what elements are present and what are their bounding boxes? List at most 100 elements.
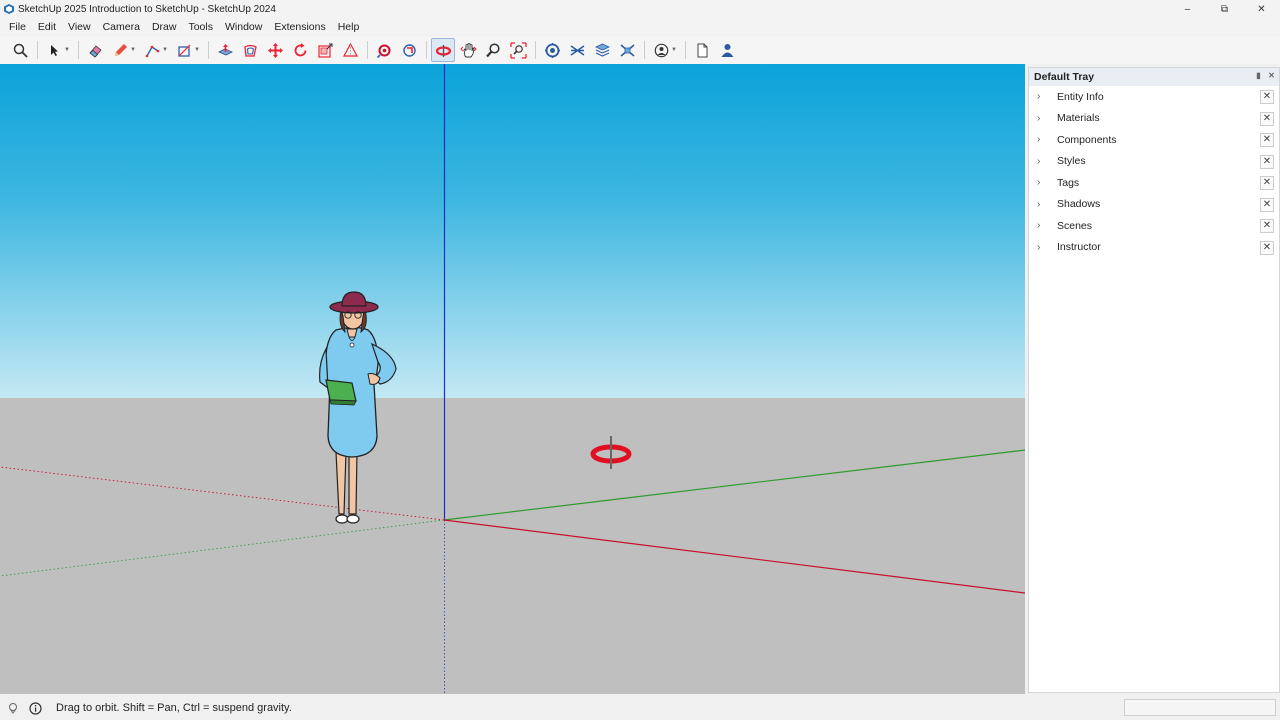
pencil-icon[interactable] [108, 38, 132, 62]
menu-extensions[interactable]: Extensions [268, 21, 331, 33]
toolbar: ▼ ▼ ▼ ▼ ▼ [0, 36, 1280, 64]
panel-label: Instructor [1057, 241, 1101, 254]
warehouse-icon[interactable] [649, 38, 673, 62]
status-message: Drag to orbit. Shift = Pan, Ctrl = suspe… [56, 702, 292, 714]
tray-panel-tags[interactable]: › Tags ✕ [1029, 172, 1279, 194]
chevron-right-icon[interactable]: › [1037, 113, 1047, 124]
rotate-icon[interactable] [288, 38, 312, 62]
red-axis [443, 519, 1025, 594]
orbit-cursor-icon [590, 436, 632, 469]
pin-icon[interactable]: ▮ [1254, 71, 1263, 80]
toolbar-separator [208, 41, 209, 59]
tray-panel-styles[interactable]: › Styles ✕ [1029, 151, 1279, 173]
select-icon[interactable] [42, 38, 66, 62]
close-icon[interactable]: ✕ [1260, 240, 1274, 255]
move-icon[interactable] [263, 38, 287, 62]
chevron-right-icon[interactable]: › [1037, 242, 1047, 253]
rectangle-icon[interactable] [172, 38, 196, 62]
chevron-right-icon[interactable]: › [1037, 177, 1047, 188]
tape-measure-icon[interactable] [338, 38, 362, 62]
scene-overlay [0, 64, 1025, 694]
chevron-right-icon[interactable]: › [1037, 91, 1047, 102]
menu-camera[interactable]: Camera [97, 21, 146, 33]
paint-bucket-icon[interactable] [372, 38, 396, 62]
close-icon[interactable]: ✕ [1260, 219, 1274, 233]
toolbar-separator [37, 41, 38, 59]
panel-label: Shadows [1057, 198, 1101, 211]
panel-label: Components [1057, 133, 1117, 146]
menu-file[interactable]: File [3, 21, 32, 33]
measurements-box[interactable] [1124, 699, 1276, 716]
close-icon[interactable]: ✕ [1243, 0, 1280, 18]
close-icon[interactable]: ✕ [1260, 111, 1274, 126]
toolbar-separator [685, 41, 686, 59]
menu-help[interactable]: Help [332, 21, 366, 33]
tray-header: Default Tray ▮ ✕ [1029, 68, 1279, 86]
scale-figure [319, 291, 397, 524]
minimize-icon[interactable]: – [1169, 0, 1206, 18]
view-icon[interactable] [615, 38, 639, 62]
chevron-right-icon[interactable]: › [1037, 156, 1047, 167]
chevron-right-icon[interactable]: › [1037, 220, 1047, 231]
info-icon[interactable] [28, 701, 42, 715]
close-icon[interactable]: ✕ [1260, 197, 1274, 212]
toolbar-separator [426, 41, 427, 59]
menu-tools[interactable]: Tools [182, 21, 219, 33]
chevron-right-icon[interactable]: › [1037, 199, 1047, 210]
sandbox-icon[interactable] [565, 38, 589, 62]
push-pull-icon[interactable] [213, 38, 237, 62]
geo-location-icon[interactable] [6, 701, 20, 715]
sketchup-logo-icon [4, 4, 14, 14]
toolbar-separator [367, 41, 368, 59]
eraser-icon[interactable] [83, 38, 107, 62]
status-bar: Drag to orbit. Shift = Pan, Ctrl = suspe… [0, 696, 1280, 720]
tray-panel-materials[interactable]: › Materials ✕ [1029, 108, 1279, 130]
toolbar-separator [78, 41, 79, 59]
orbit-icon[interactable] [431, 38, 455, 62]
offset-icon[interactable] [238, 38, 262, 62]
toolbar-separator [535, 41, 536, 59]
chevron-right-icon[interactable]: › [1037, 134, 1047, 145]
tray-panel-components[interactable]: › Components ✕ [1029, 129, 1279, 151]
tray-header-buttons: ▮ ✕ [1254, 71, 1276, 80]
solid-tools-icon[interactable] [540, 38, 564, 62]
pan-icon[interactable] [456, 38, 480, 62]
layers-icon[interactable] [590, 38, 614, 62]
menu-view[interactable]: View [62, 21, 97, 33]
tray-panel-shadows[interactable]: › Shadows ✕ [1029, 194, 1279, 216]
title-bar: SketchUp 2025 Introduction to SketchUp -… [0, 0, 1280, 18]
menu-window[interactable]: Window [219, 21, 268, 33]
panel-label: Styles [1057, 155, 1086, 168]
zoom-extents-icon[interactable] [506, 38, 530, 62]
line-icon[interactable] [140, 38, 164, 62]
tray-panel-scenes[interactable]: › Scenes ✕ [1029, 215, 1279, 237]
toolbar-separator [644, 41, 645, 59]
panel-label: Entity Info [1057, 90, 1104, 103]
default-tray: Default Tray ▮ ✕ › Entity Info ✕ › Mater… [1028, 67, 1280, 693]
close-icon[interactable]: ✕ [1260, 176, 1274, 190]
new-icon[interactable] [690, 38, 714, 62]
close-icon[interactable]: ✕ [1260, 154, 1274, 169]
panel-label: Scenes [1057, 219, 1093, 232]
menu-bar: File Edit View Camera Draw Tools Window … [0, 18, 1280, 35]
tray-panel-instructor[interactable]: › Instructor ✕ [1029, 237, 1279, 259]
close-icon[interactable]: ✕ [1267, 71, 1276, 80]
scale-icon[interactable] [313, 38, 337, 62]
close-icon[interactable]: ✕ [1260, 90, 1274, 104]
menu-edit[interactable]: Edit [32, 21, 62, 33]
window-controls: – ⧉ ✕ [1169, 0, 1280, 18]
follow-me-icon[interactable] [397, 38, 421, 62]
panel-label: Tags [1057, 176, 1080, 189]
zoom-icon[interactable] [481, 38, 505, 62]
tray-panel-entity-info[interactable]: › Entity Info ✕ [1029, 86, 1279, 108]
restore-icon[interactable]: ⧉ [1206, 0, 1243, 18]
green-axis-hidden [0, 519, 445, 577]
search-icon[interactable] [8, 38, 32, 62]
panel-label: Materials [1057, 112, 1100, 125]
profile-icon[interactable] [715, 38, 739, 62]
window-title: SketchUp 2025 Introduction to SketchUp -… [18, 3, 276, 15]
tray-title: Default Tray [1034, 71, 1095, 83]
close-icon[interactable]: ✕ [1260, 133, 1274, 147]
modeling-viewport[interactable] [0, 64, 1025, 694]
menu-draw[interactable]: Draw [146, 21, 183, 33]
